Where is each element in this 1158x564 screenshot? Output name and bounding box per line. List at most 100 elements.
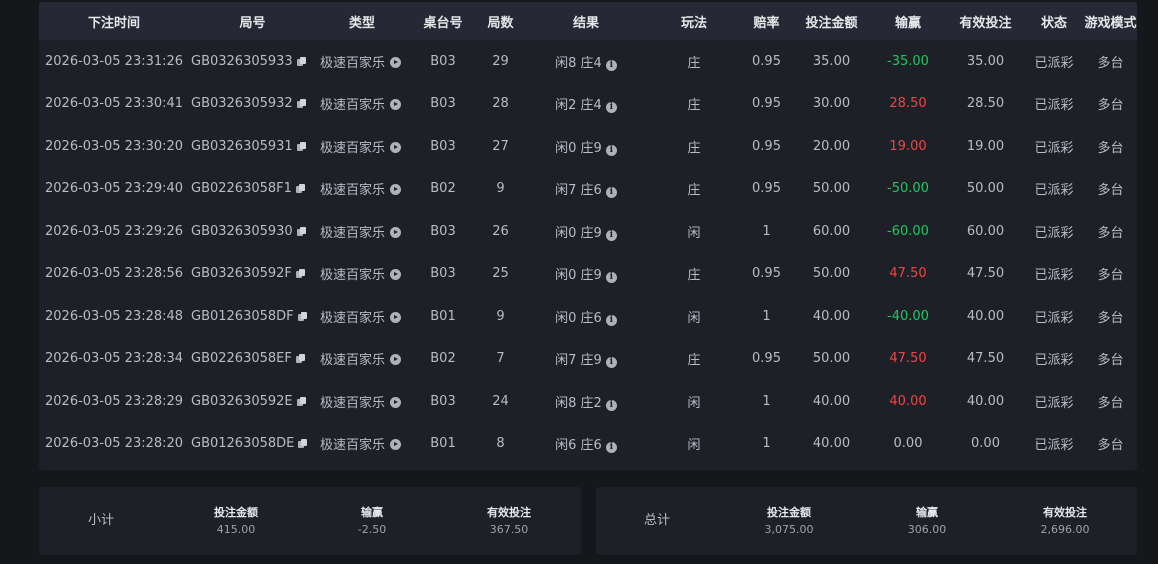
table-row: 2026-03-05 23:31:26 GB0326305933 极速百家乐 B03 2…: [39, 40, 1137, 83]
cell-table-no: B01: [430, 436, 456, 452]
cell-valid-bet: 60.00: [966, 223, 1005, 239]
info-icon[interactable]: i: [605, 314, 617, 326]
total-bet-label: 投注金额: [767, 506, 811, 519]
cell-win-loss: -40.00: [887, 308, 929, 324]
cell-bet-type: 庄: [687, 183, 701, 199]
cell-round-id: GB0326305932: [189, 83, 316, 126]
copy-icon[interactable]: [295, 184, 305, 194]
game-type-text: 极速百家乐: [320, 225, 386, 241]
copy-icon[interactable]: [296, 56, 306, 66]
cell-win-loss: 19.00: [889, 138, 927, 154]
game-type-text: 极速百家乐: [320, 395, 386, 411]
play-replay-icon[interactable]: [390, 184, 402, 196]
total-bet: 投注金额 3,075.00: [729, 504, 849, 536]
info-icon[interactable]: i: [605, 144, 617, 156]
round-id-text: GB02263058EF: [191, 351, 292, 367]
col-header-round-id: 局号: [239, 15, 266, 31]
result-text: 闲0 庄9: [555, 268, 602, 284]
cell-odds: 1: [762, 308, 771, 324]
cell-table-no: B03: [430, 138, 456, 154]
cell-status: 已派彩: [1034, 225, 1074, 241]
cell-win-loss: -50.00: [887, 181, 929, 197]
cell-win-loss: -35.00: [887, 53, 929, 69]
cell-table-no: B01: [430, 308, 456, 324]
cell-status: 已派彩: [1034, 140, 1074, 156]
cell-round-id: GB01263058DF: [189, 295, 316, 338]
copy-icon[interactable]: [297, 311, 307, 321]
cell-table-no: B02: [430, 181, 456, 197]
cell-round-id: GB032630592F: [189, 253, 316, 296]
subtotal-winloss-value: -2.50: [357, 523, 387, 536]
table-row: 2026-03-05 23:30:41 GB0326305932 极速百家乐 B03 2…: [39, 83, 1137, 126]
total-winloss-value: 306.00: [907, 523, 947, 536]
info-icon[interactable]: i: [605, 187, 617, 199]
copy-icon[interactable]: [298, 439, 308, 449]
cell-round-id: GB032630592E: [189, 380, 316, 423]
play-replay-icon[interactable]: [390, 269, 402, 281]
cell-game-mode: 多台: [1097, 395, 1124, 411]
cell-game-mode: 多台: [1097, 140, 1124, 156]
cell-win-loss: -60.00: [887, 223, 929, 239]
cell-bet-amount: 20.00: [812, 138, 851, 154]
play-replay-icon[interactable]: [390, 226, 402, 238]
cell-status: 已派彩: [1034, 438, 1074, 454]
table-row: 2026-03-05 23:30:20 GB0326305931 极速百家乐 B03 2…: [39, 125, 1137, 168]
cell-game-mode: 多台: [1097, 438, 1124, 454]
copy-icon[interactable]: [295, 269, 305, 279]
result-text: 闲0 庄9: [555, 225, 602, 241]
info-icon[interactable]: i: [605, 272, 617, 284]
play-replay-icon[interactable]: [390, 439, 402, 451]
cell-valid-bet: 0.00: [971, 436, 1000, 452]
game-type-text: 极速百家乐: [320, 183, 386, 199]
result-text: 闲0 庄9: [555, 140, 602, 156]
total-bet-value: 3,075.00: [764, 523, 814, 536]
cell-game-no: 26: [492, 223, 509, 239]
cell-bet-type: 闲: [687, 395, 701, 411]
cell-odds: 0.95: [752, 351, 781, 367]
play-replay-icon[interactable]: [390, 396, 402, 408]
cell-game-type: 极速百家乐: [316, 125, 408, 168]
subtotal-label: 小计: [88, 513, 115, 528]
round-id-text: GB032630592F: [191, 266, 292, 282]
cell-game-no: 27: [492, 138, 509, 154]
info-icon[interactable]: i: [605, 399, 617, 411]
cell-game-no: 7: [496, 351, 505, 367]
col-header-status: 状态: [1040, 15, 1067, 31]
game-type-text: 极速百家乐: [320, 268, 386, 284]
cell-game-type: 极速百家乐: [316, 40, 408, 83]
play-replay-icon[interactable]: [390, 99, 402, 111]
cell-bet-time: 2026-03-05 23:29:40: [45, 181, 184, 197]
cell-game-no: 29: [492, 53, 509, 69]
info-icon[interactable]: i: [605, 229, 617, 241]
cell-bet-time: 2026-03-05 23:28:29: [45, 393, 184, 409]
cell-game-type: 极速百家乐: [316, 295, 408, 338]
copy-icon[interactable]: [296, 396, 306, 406]
cell-status: 已派彩: [1034, 98, 1074, 114]
cell-bet-type: 庄: [687, 55, 701, 71]
info-icon[interactable]: i: [605, 59, 617, 71]
cell-bet-amount: 50.00: [812, 181, 851, 197]
cell-odds: 0.95: [752, 266, 781, 282]
copy-icon[interactable]: [295, 354, 305, 364]
play-replay-icon[interactable]: [390, 311, 402, 323]
cell-bet-time: 2026-03-05 23:31:26: [45, 53, 184, 69]
copy-icon[interactable]: [296, 226, 306, 236]
info-icon[interactable]: i: [605, 357, 617, 369]
copy-icon[interactable]: [296, 141, 306, 151]
cell-game-mode: 多台: [1097, 310, 1124, 326]
subtotal-valid-label: 有效投注: [487, 506, 531, 519]
cell-round-id: GB02263058F1: [189, 168, 316, 211]
cell-game-no: 8: [496, 436, 505, 452]
copy-icon[interactable]: [296, 99, 306, 109]
cell-result: 闲8 庄4 i: [523, 40, 649, 83]
info-icon[interactable]: i: [605, 442, 617, 454]
cell-table-no: B02: [430, 351, 456, 367]
info-icon[interactable]: i: [605, 102, 617, 114]
subtotal-panel: 小计 投注金额 415.00 输赢 -2.50 有效投注 367.50: [39, 487, 581, 555]
play-replay-icon[interactable]: [390, 354, 402, 366]
play-replay-icon[interactable]: [390, 141, 402, 153]
play-replay-icon[interactable]: [390, 56, 402, 68]
cell-game-no: 28: [492, 96, 509, 112]
cell-odds: 1: [762, 436, 771, 452]
table-row: 2026-03-05 23:28:48 GB01263058DF 极速百家乐 B01 9…: [39, 295, 1137, 338]
